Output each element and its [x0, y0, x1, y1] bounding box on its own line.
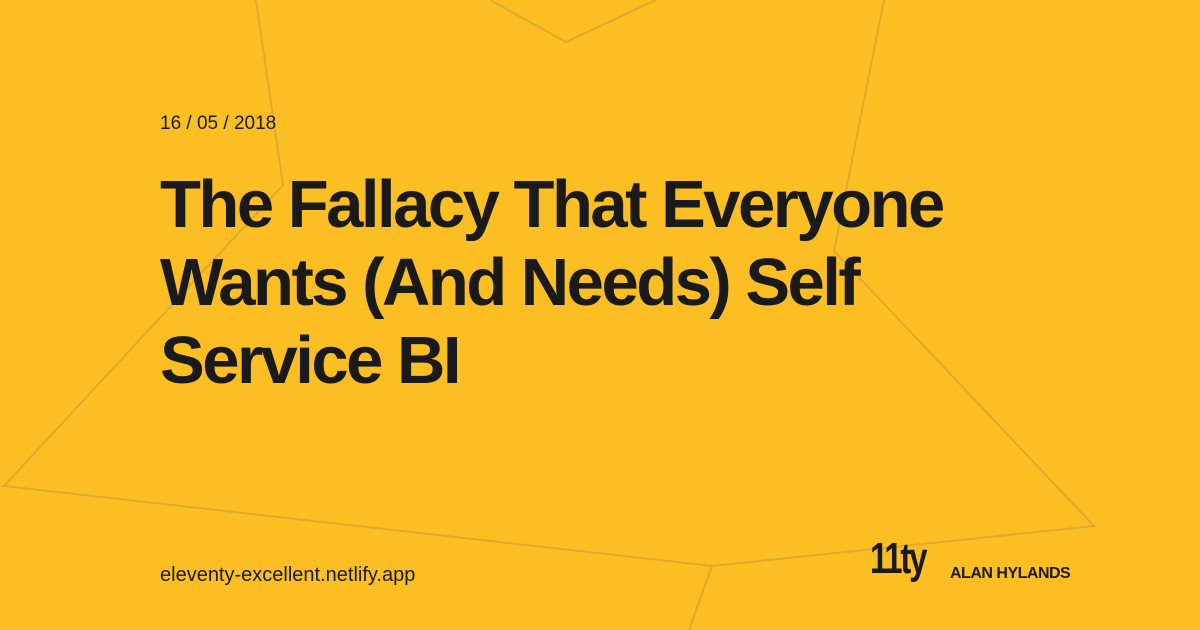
post-title: The Fallacy That Everyone Wants (And Nee… — [160, 167, 945, 398]
author-name: ALAN HYLANDS — [950, 565, 1071, 582]
star-outline-top — [489, 0, 657, 44]
eleventy-logo: 11ty — [870, 534, 927, 583]
site-url: eleventy-excellent.netlify.app — [160, 564, 416, 586]
post-date: 16 / 05 / 2018 — [160, 113, 277, 134]
